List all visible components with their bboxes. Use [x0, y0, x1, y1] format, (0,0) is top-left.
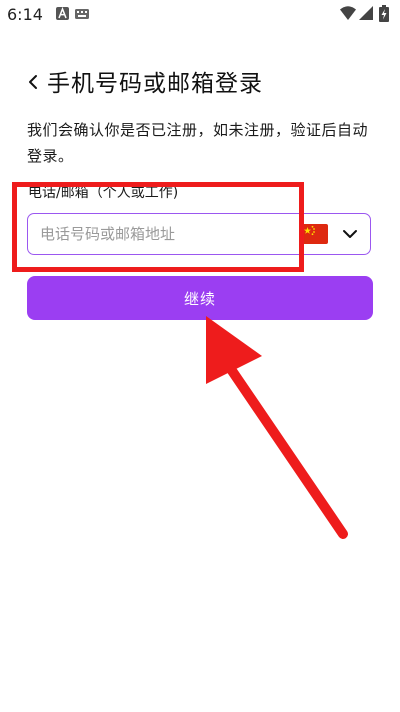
chevron-down-icon	[343, 230, 357, 238]
annotation-pointer-arrow-icon	[206, 316, 348, 539]
description-text: 我们会确认你是否已注册，如未注册，验证后自动登录。	[27, 121, 369, 165]
page-title: 手机号码或邮箱登录	[47, 71, 263, 97]
status-bar: 6:14	[0, 0, 400, 30]
china-flag-icon	[302, 224, 328, 244]
continue-button[interactable]: 继续	[27, 276, 373, 320]
status-time: 6:14	[7, 5, 43, 24]
field-label: 电话/邮箱（个人或工作)	[28, 185, 179, 201]
notification-a-icon	[56, 7, 69, 20]
phone-email-field	[27, 213, 371, 255]
phone-email-input[interactable]	[40, 214, 290, 253]
wifi-icon	[340, 6, 356, 20]
country-code-picker[interactable]	[302, 218, 364, 250]
signal-icon	[359, 6, 373, 20]
chevron-left-icon	[29, 75, 37, 89]
keyboard-icon	[75, 9, 89, 19]
login-screen: 6:14 手机号码或邮箱登录 我们会确认你是否已注册，如未注册，验证后自动登录。…	[0, 0, 400, 712]
back-button[interactable]	[22, 66, 44, 98]
battery-charging-icon	[379, 5, 389, 22]
